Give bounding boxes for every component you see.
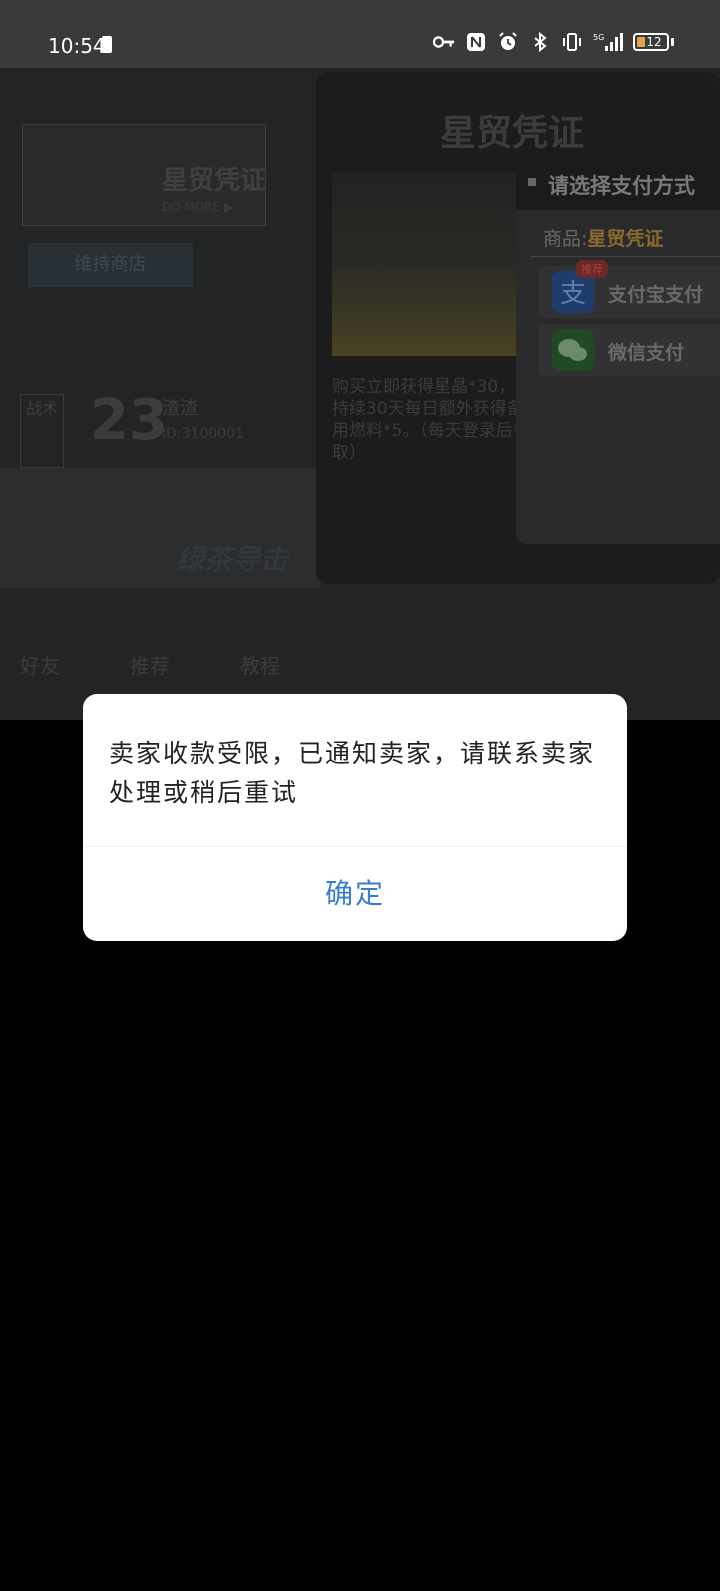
divider [530, 256, 720, 257]
status-time: 10:54 [48, 34, 106, 58]
dialog-message: 卖家收款受限，已通知卖家，请联系卖家处理或稍后重试 [109, 739, 596, 807]
voucher-card-sub: DO MORE ▶ [162, 200, 234, 214]
status-icons: 5G 12 [433, 32, 674, 52]
tab-recommend: 推荐 [130, 654, 170, 678]
payment-option-alipay: 支 支付宝支付 [538, 266, 720, 318]
svg-text:支: 支 [560, 279, 586, 309]
bottom-tabs: 好友 推荐 教程 [20, 650, 280, 679]
banner-text: 绿茶导击 [176, 543, 289, 576]
status-bar: 10:54 5G 12 [0, 0, 720, 68]
product-name: 星贸凭证 [587, 228, 664, 250]
battery-level: 12 [646, 35, 662, 49]
battery-tip [671, 38, 674, 46]
tab-tutorial: 教程 [240, 654, 280, 678]
bluetooth-icon [534, 32, 547, 52]
product-label: 商品: [543, 228, 588, 250]
tab-friends: 好友 [20, 654, 60, 678]
confirm-button[interactable]: 确定 [83, 847, 627, 941]
player-name: 渣渣 [162, 398, 198, 419]
wechat-pay-label: 微信支付 [608, 342, 685, 364]
product-panel-title: 星贸凭证 [440, 113, 585, 154]
store-button: 维持商店 [28, 243, 193, 287]
wechat-pay-icon [552, 329, 594, 371]
alarm-icon [499, 32, 517, 50]
product-description: 购买立即获得星晶*30，持续30天每日额外获得备用燃料*5。（每天登录后领取） [332, 377, 530, 463]
nfc-icon [467, 33, 485, 51]
battery-saver-icon [102, 36, 112, 53]
voucher-card-title: 星贸凭证 [162, 166, 267, 196]
payment-option-wechat: 微信支付 [538, 324, 720, 376]
5g-signal-icon: 5G [593, 33, 623, 51]
header-marker-icon [528, 178, 536, 186]
product-line: 商品:星贸凭证 [543, 224, 663, 251]
battery-icon: 12 [633, 33, 669, 51]
alipay-label: 支付宝支付 [608, 284, 704, 306]
alert-dialog: 卖家收款受限，已通知卖家，请联系卖家处理或稍后重试 确定 [83, 694, 627, 941]
product-image [332, 172, 532, 356]
recommend-badge: 推荐 [576, 260, 608, 278]
key-icon [433, 36, 455, 48]
vibrate-icon [563, 33, 581, 51]
svg-text:5G: 5G [593, 33, 604, 42]
rank-badge: 战术 [20, 394, 64, 468]
player-id: ID:3100001 [162, 426, 244, 442]
payment-sheet-title: 请选择支付方式 [548, 174, 695, 198]
level-number: 23 [90, 388, 168, 453]
